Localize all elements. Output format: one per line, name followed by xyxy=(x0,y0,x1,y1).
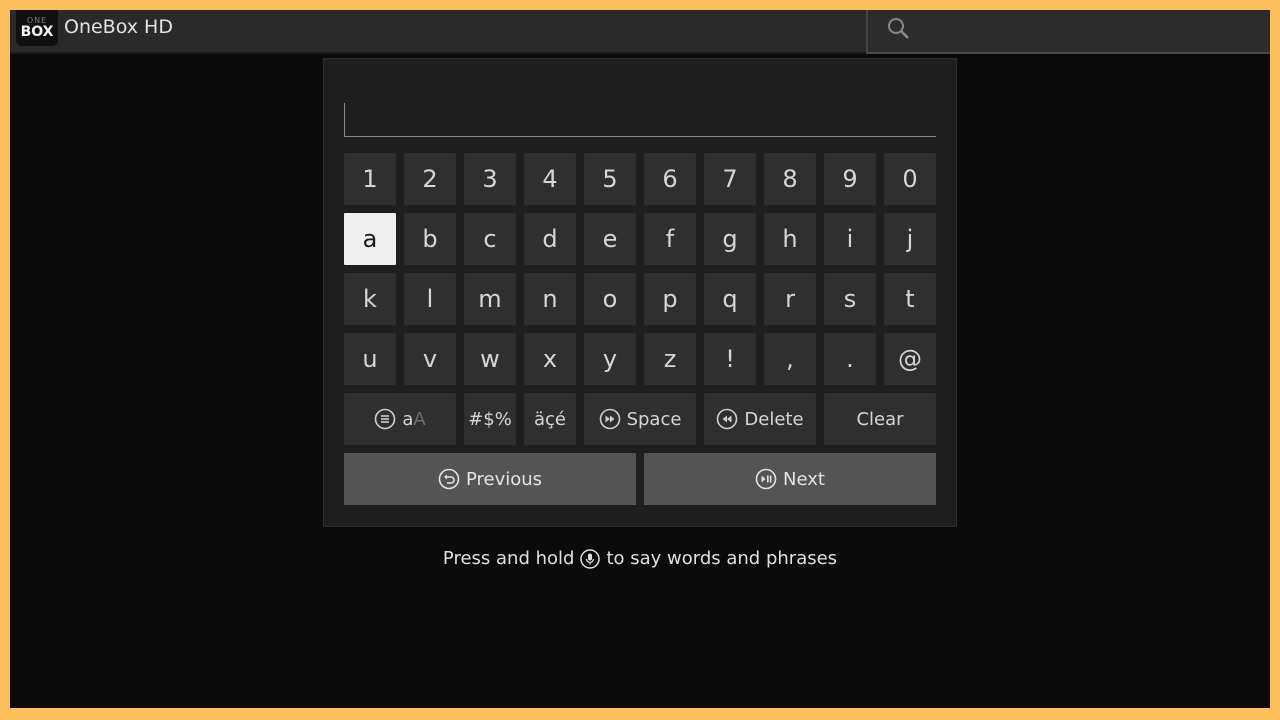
next-label: Next xyxy=(783,468,825,490)
key-u[interactable]: u xyxy=(344,333,396,385)
key-v[interactable]: v xyxy=(404,333,456,385)
menu-button-icon xyxy=(375,408,396,430)
app-logo: ONE BOX xyxy=(16,10,58,46)
key-comma[interactable]: , xyxy=(764,333,816,385)
screen: ONE BOX OneBox HD 1 2 3 4 5 6 7 8 9 0 a … xyxy=(10,10,1270,708)
key-t[interactable]: t xyxy=(884,273,936,325)
key-n[interactable]: n xyxy=(524,273,576,325)
key-2[interactable]: 2 xyxy=(404,153,456,205)
hint-text-after: to say words and phrases xyxy=(606,548,838,569)
key-x[interactable]: x xyxy=(524,333,576,385)
key-7[interactable]: 7 xyxy=(704,153,756,205)
key-1[interactable]: 1 xyxy=(344,153,396,205)
clear-button[interactable]: Clear xyxy=(824,393,936,445)
search-text-input[interactable] xyxy=(344,103,936,137)
key-6[interactable]: 6 xyxy=(644,153,696,205)
delete-label: Delete xyxy=(744,408,804,430)
key-0[interactable]: 0 xyxy=(884,153,936,205)
key-f[interactable]: f xyxy=(644,213,696,265)
key-y[interactable]: y xyxy=(584,333,636,385)
voice-hint: Press and hold to say words and phrases xyxy=(10,548,1270,569)
rewind-icon xyxy=(717,408,738,430)
key-j[interactable]: j xyxy=(884,213,936,265)
search-icon[interactable] xyxy=(886,16,910,40)
key-l[interactable]: l xyxy=(404,273,456,325)
delete-button[interactable]: Delete xyxy=(704,393,816,445)
fast-forward-icon xyxy=(599,408,620,430)
microphone-icon xyxy=(580,548,601,569)
key-g[interactable]: g xyxy=(704,213,756,265)
key-at[interactable]: @ xyxy=(884,333,936,385)
key-r[interactable]: r xyxy=(764,273,816,325)
key-c[interactable]: c xyxy=(464,213,516,265)
case-toggle-label: aA xyxy=(402,409,425,430)
previous-button[interactable]: Previous xyxy=(344,453,636,505)
key-h[interactable]: h xyxy=(764,213,816,265)
key-exclamation[interactable]: ! xyxy=(704,333,756,385)
space-button[interactable]: Space xyxy=(584,393,696,445)
key-q[interactable]: q xyxy=(704,273,756,325)
key-k[interactable]: k xyxy=(344,273,396,325)
key-w[interactable]: w xyxy=(464,333,516,385)
accents-button[interactable]: äçé xyxy=(524,393,576,445)
key-m[interactable]: m xyxy=(464,273,516,325)
key-i[interactable]: i xyxy=(824,213,876,265)
search-bar[interactable] xyxy=(866,10,1270,54)
top-bar: ONE BOX OneBox HD xyxy=(10,10,1270,54)
symbols-button[interactable]: #$% xyxy=(464,393,516,445)
key-d[interactable]: d xyxy=(524,213,576,265)
key-p[interactable]: p xyxy=(644,273,696,325)
case-small-label: a xyxy=(402,408,414,430)
previous-label: Previous xyxy=(465,468,543,490)
key-period[interactable]: . xyxy=(824,333,876,385)
key-b[interactable]: b xyxy=(404,213,456,265)
key-s[interactable]: s xyxy=(824,273,876,325)
key-3[interactable]: 3 xyxy=(464,153,516,205)
key-9[interactable]: 9 xyxy=(824,153,876,205)
case-big-label: A xyxy=(413,408,426,430)
key-a[interactable]: a xyxy=(344,213,396,265)
app-title: OneBox HD xyxy=(64,16,173,38)
key-z[interactable]: z xyxy=(644,333,696,385)
key-4[interactable]: 4 xyxy=(524,153,576,205)
hint-text-before: Press and hold xyxy=(442,548,575,569)
next-button[interactable]: Next xyxy=(644,453,936,505)
play-pause-icon xyxy=(755,468,777,490)
key-8[interactable]: 8 xyxy=(764,153,816,205)
back-icon xyxy=(438,468,460,490)
key-o[interactable]: o xyxy=(584,273,636,325)
case-toggle-button[interactable]: aA xyxy=(344,393,456,445)
key-5[interactable]: 5 xyxy=(584,153,636,205)
space-label: Space xyxy=(626,408,682,430)
keyboard-panel: 1 2 3 4 5 6 7 8 9 0 a b c d e f g h i j … xyxy=(323,58,957,527)
logo-text-bottom: BOX xyxy=(20,24,54,40)
key-e[interactable]: e xyxy=(584,213,636,265)
